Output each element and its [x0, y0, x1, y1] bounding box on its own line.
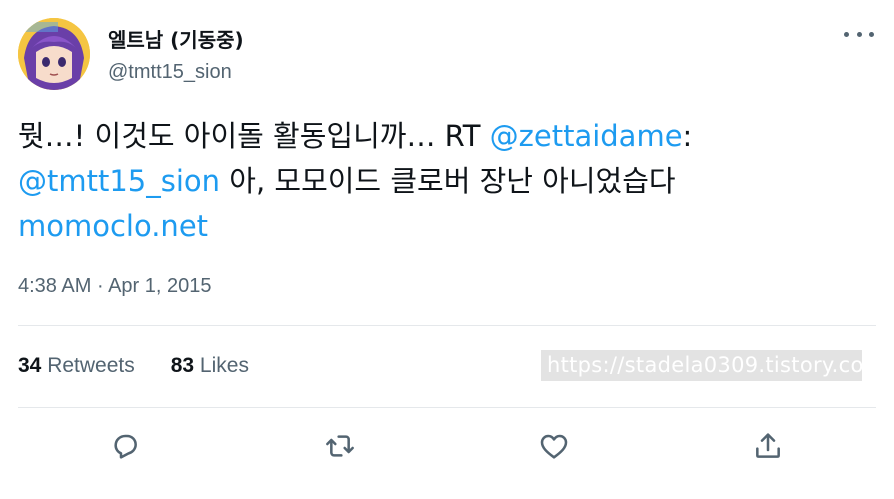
retweets-label: Retweets — [41, 354, 135, 377]
share-icon — [756, 433, 780, 458]
tweet-text-segment: : — [682, 119, 693, 153]
reply-button[interactable] — [103, 424, 147, 468]
dot — [856, 31, 862, 37]
retweet-icon — [326, 435, 354, 457]
tweet-text: 뭣…! 이것도 아이돌 활동입니까… RT @zettaidame: @tmtt… — [18, 114, 878, 249]
url-link[interactable]: momoclo.net — [18, 209, 208, 243]
tweet-date: Apr 1, 2015 — [108, 275, 212, 297]
divider — [18, 325, 876, 326]
share-button[interactable] — [746, 424, 790, 468]
separator: · — [91, 275, 109, 297]
likes-label: Likes — [194, 354, 249, 377]
dot — [869, 31, 874, 37]
avatar[interactable] — [18, 18, 90, 90]
anime-avatar-icon — [18, 18, 90, 90]
tweet-line-3: momoclo.net — [18, 204, 878, 249]
tweet-time: 4:38 AM — [18, 275, 92, 297]
more-options-icon[interactable] — [844, 24, 874, 44]
display-name[interactable]: 엘트남 (기동중) — [108, 24, 244, 53]
tweet-timestamp[interactable]: 4:38 AM · Apr 1, 2015 — [18, 275, 211, 298]
tweet-line-2: @tmtt15_sion 아, 모모이드 클로버 장난 아니었습다 — [18, 159, 878, 204]
watermark: https://stadela0309.tistory.com — [541, 350, 862, 381]
like-icon — [540, 434, 568, 459]
tweet-stats: 34 Retweets 83 Likes — [18, 354, 249, 378]
action-bar — [0, 424, 894, 468]
divider — [18, 407, 876, 408]
retweets-stat[interactable]: 34 Retweets — [18, 354, 135, 378]
like-button[interactable] — [532, 424, 576, 468]
mention-link[interactable]: @zettaidame — [490, 119, 683, 153]
tweet-text-segment: 아, 모모이드 클로버 장난 아니었습다 — [220, 164, 676, 198]
tweet-text-segment: 뭣…! 이것도 아이돌 활동입니까… RT — [18, 119, 490, 153]
tweet-line-1: 뭣…! 이것도 아이돌 활동입니까… RT @zettaidame: — [18, 114, 878, 159]
retweets-count: 34 — [18, 354, 42, 377]
retweet-button[interactable] — [318, 424, 362, 468]
likes-count: 83 — [170, 354, 195, 377]
reply-icon — [114, 434, 137, 459]
likes-stat[interactable]: 83 Likes — [171, 354, 249, 378]
mention-link[interactable]: @tmtt15_sion — [18, 164, 220, 198]
dot — [844, 31, 849, 37]
handle[interactable]: @tmtt15_sion — [108, 61, 232, 84]
